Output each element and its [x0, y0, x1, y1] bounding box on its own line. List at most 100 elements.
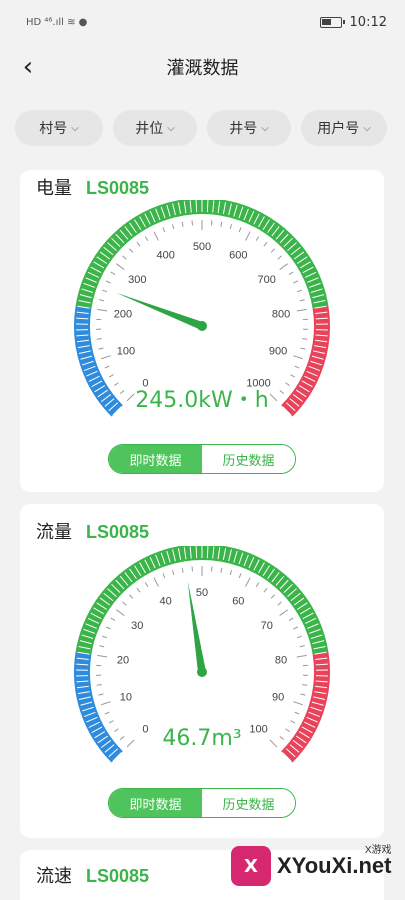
filter-user-number[interactable]: 用户号 ⌵	[301, 110, 387, 146]
gauge-tick-label: 40	[160, 596, 172, 608]
gauge-tick-label: 500	[193, 241, 211, 253]
gauge-tick	[288, 271, 294, 276]
gauge-tick-label: 900	[269, 346, 287, 358]
gauge-tick	[162, 573, 166, 579]
card-name: 电量	[36, 178, 72, 199]
filter-label: 村号	[39, 121, 68, 137]
gauge-tick	[245, 577, 251, 587]
tab-history[interactable]: 历史数据	[202, 789, 295, 817]
gauge-tick	[104, 365, 110, 369]
filter-bar: 村号 ⌵ 井位 ⌵ 井号 ⌵ 用户号 ⌵	[0, 110, 405, 146]
gauge-tick	[220, 221, 223, 227]
gauge-tick	[144, 236, 149, 241]
gauge-needle-hub	[197, 321, 207, 331]
watermark-domain: XYouXi.net	[277, 853, 392, 878]
gauge-tick	[290, 720, 296, 724]
gauge-tick	[296, 308, 307, 312]
gauge-tick	[255, 582, 260, 587]
gauge-tick	[97, 308, 108, 312]
watermark: X X游戏 XYouXi.net	[231, 840, 401, 892]
battery-icon	[319, 16, 345, 28]
gauge-tick	[296, 654, 307, 658]
card-code: LS0085	[86, 866, 150, 886]
gauge-tick	[181, 221, 184, 227]
gauge-needle-hub	[197, 667, 207, 677]
card-title: 电量 LS0085	[36, 174, 149, 200]
chevron-down-icon: ⌵	[167, 122, 175, 134]
gauge-tick-label: 60	[232, 596, 244, 608]
gauge-tick	[277, 601, 282, 606]
watermark-small: X游戏	[364, 845, 392, 856]
gauge-tick	[96, 338, 102, 340]
gauge-tick	[105, 280, 111, 284]
gauge-tick	[101, 701, 111, 706]
electricity-card: 电量 LS0085 0 100 200 300 400 500 600 700 800 900 10…	[20, 170, 384, 492]
chevron-down-icon: ⌵	[363, 122, 371, 134]
gauge-tick	[136, 587, 141, 593]
gauge-reading: 46.7m³	[162, 726, 242, 751]
watermark-text: X游戏 XYouXi.net	[277, 845, 392, 879]
card-title: 流量 LS0085	[36, 518, 149, 544]
gauge-tick	[279, 609, 289, 616]
gauge-tick	[115, 609, 125, 616]
page-title: 灌溉数据	[166, 58, 239, 79]
gauge-tick-label: 400	[157, 250, 175, 262]
gauge-tick	[300, 693, 306, 696]
gauge-tick	[153, 231, 159, 241]
chevron-down-icon: ⌵	[261, 122, 269, 134]
status-icons: HD ⁴⁶.ıll ≋ ●	[26, 16, 88, 28]
gauge-tick	[108, 720, 114, 724]
gauge-tick	[97, 654, 108, 658]
gauge-tick	[110, 271, 116, 276]
gauge-tick-label: 800	[272, 308, 290, 320]
card-name: 流速	[36, 866, 72, 887]
gauge-tick-label: 600	[229, 250, 247, 262]
gauge-tick	[110, 617, 116, 622]
gauge-tick	[229, 570, 233, 576]
filter-village[interactable]: 村号 ⌵	[15, 110, 103, 146]
gauge-tick-label: 100	[117, 346, 135, 358]
gauge-tick	[99, 299, 105, 302]
gauge-tick	[300, 347, 306, 350]
gauge-tick	[277, 255, 282, 260]
card-code: LS0085	[86, 522, 150, 542]
chevron-left-icon: ‹	[22, 52, 34, 82]
gauge-tick	[293, 701, 303, 706]
gauge-tick	[98, 693, 104, 696]
gauge-tick	[229, 224, 233, 230]
filter-well-position[interactable]: 井位 ⌵	[113, 110, 197, 146]
gauge-tick	[162, 227, 166, 233]
gamepad-logo-icon: X	[231, 846, 271, 886]
gauge-tick-label: 30	[131, 620, 143, 632]
gauge-tick	[296, 635, 302, 639]
gauge-minor-tick	[206, 200, 209, 213]
gauge-tick	[129, 594, 134, 599]
gauge-tick	[98, 347, 104, 350]
gauge-tick	[115, 263, 125, 270]
tab-realtime[interactable]: 即时数据	[109, 445, 202, 473]
gauge-tick	[220, 567, 223, 573]
gauge-tick	[144, 582, 149, 587]
gauge-reading: 245.0kW・h	[135, 388, 269, 413]
gauge-tick	[122, 255, 127, 260]
gauge-tick	[104, 711, 110, 715]
tab-history[interactable]: 历史数据	[202, 445, 295, 473]
filter-label: 井号	[229, 121, 258, 137]
filter-label: 井位	[135, 121, 164, 137]
flow-card: 流量 LS0085 0 10 20 30 40 50 60 70 80 90 100 46.7m³ …	[20, 504, 384, 838]
gauge-tick	[245, 231, 251, 241]
back-button[interactable]: ‹	[14, 52, 42, 82]
data-tabs: 即时数据 历史数据	[108, 788, 296, 818]
gauge-tick-label: 70	[261, 620, 273, 632]
gauge-tick	[296, 289, 302, 293]
tab-realtime[interactable]: 即时数据	[109, 789, 202, 817]
gauge-tick	[299, 299, 305, 302]
gauge-tick-label: 50	[196, 587, 208, 599]
gauge-tick	[263, 587, 268, 593]
gauge-tick	[136, 241, 141, 247]
gauge-tick	[270, 594, 275, 599]
gauge-tick-label: 10	[120, 692, 132, 704]
filter-well-number[interactable]: 井号 ⌵	[207, 110, 291, 146]
status-time: 10:12	[349, 14, 387, 30]
gauge-tick	[293, 626, 299, 630]
